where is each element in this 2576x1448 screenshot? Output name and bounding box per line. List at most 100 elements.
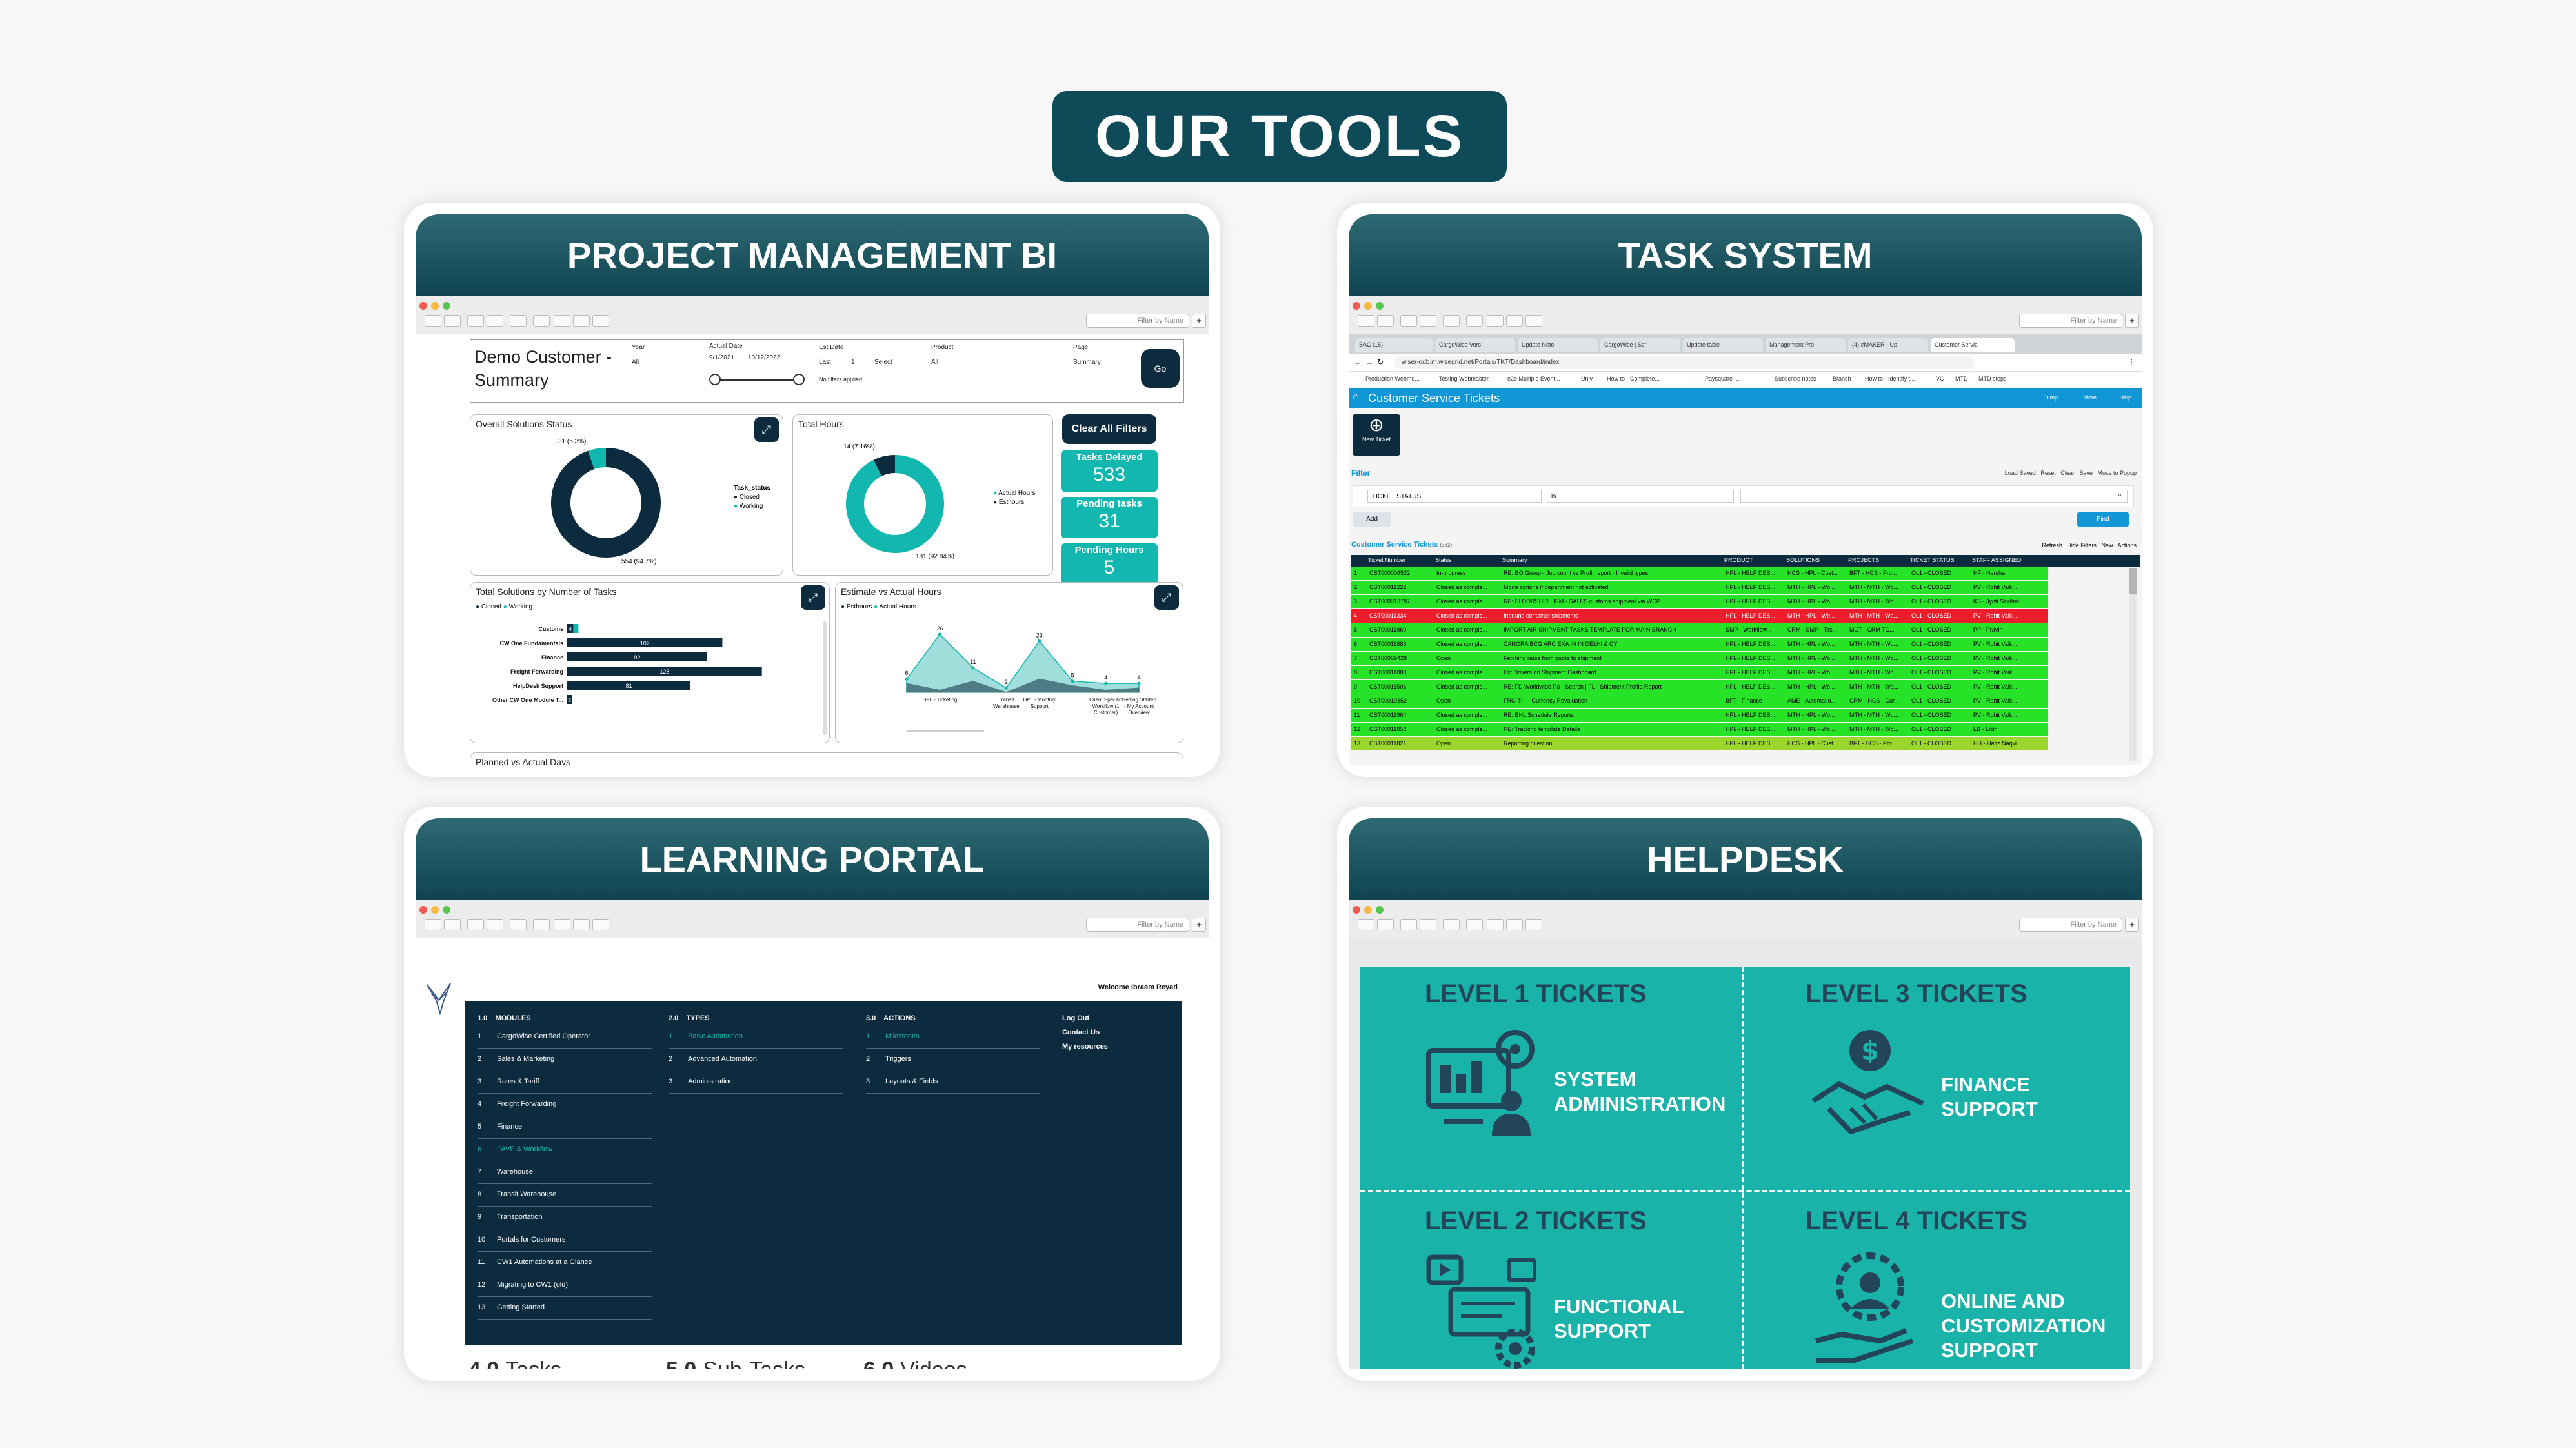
- column-header[interactable]: Summary: [1501, 555, 1723, 565]
- grid-icon[interactable]: [1420, 919, 1436, 930]
- bookmark[interactable]: MTD steps: [1978, 376, 2007, 382]
- zoom-dot-icon[interactable]: [1376, 906, 1384, 914]
- bookmark[interactable]: Branch: [1833, 376, 1851, 382]
- table-row[interactable]: 9 CST00011506 Closed as comple... RE: FD Wo…: [1351, 680, 2048, 694]
- bookmark[interactable]: e2e Multiple Event...: [1507, 376, 1560, 382]
- reset-link[interactable]: Reset: [2040, 470, 2056, 476]
- videos-section[interactable]: 6.0 Videos: [860, 1358, 1052, 1369]
- table-row[interactable]: 12 CST00011858 Closed as comple... RE: Trac…: [1351, 723, 2048, 736]
- gear-icon[interactable]: [1466, 919, 1483, 930]
- bookmark[interactable]: - - - - Paysquare -...: [1691, 376, 1741, 382]
- sub-tasks-section[interactable]: 5.0 Sub-Tasks: [662, 1358, 854, 1369]
- jump-link[interactable]: Jump: [2044, 394, 2058, 401]
- back-icon[interactable]: [1358, 315, 1374, 327]
- minimize-dot-icon[interactable]: [431, 302, 439, 310]
- menu-item[interactable]: 10 Portals for Customers: [478, 1229, 652, 1252]
- actions-link[interactable]: Actions: [2117, 542, 2137, 548]
- column-header[interactable]: Status: [1434, 555, 1501, 565]
- new-ticket-button[interactable]: ⊕ New Ticket: [1353, 414, 1400, 456]
- forward-icon[interactable]: [444, 315, 461, 327]
- value-input[interactable]: [1740, 490, 2128, 503]
- page-select[interactable]: Summary: [1073, 357, 1135, 368]
- filter-search-input[interactable]: Filter by Name: [1086, 314, 1189, 328]
- donut-slice[interactable]: [873, 455, 896, 477]
- table-row[interactable]: 2 CST00011222 Closed as comple... Mode opti…: [1351, 581, 2048, 594]
- area-point[interactable]: [1004, 686, 1008, 690]
- menu-item[interactable]: 3 Administration: [669, 1071, 843, 1094]
- bar-working[interactable]: [573, 624, 579, 633]
- browser-tab[interactable]: (4) #MAKER - Up: [1848, 338, 1928, 352]
- menu-item[interactable]: 11 CW1 Automations at a Glance: [478, 1252, 652, 1274]
- trash-icon[interactable]: [1525, 919, 1542, 930]
- column-header[interactable]: Ticket Number: [1367, 555, 1434, 565]
- browser-tab[interactable]: Management Pro: [1766, 338, 1846, 352]
- close-dot-icon[interactable]: [419, 906, 427, 914]
- column-header[interactable]: TICKET STATUS: [1909, 555, 1971, 565]
- table-row[interactable]: 13 CST00011821 Open Reporting question HPL -…: [1351, 737, 2048, 750]
- table-row[interactable]: 7 CST00009428 Open Fetching rates from quot…: [1351, 652, 2048, 665]
- menu-item[interactable]: 13 Getting Started: [478, 1297, 652, 1320]
- column-header[interactable]: STAFF ASSIGNED: [1971, 555, 2033, 565]
- table-row[interactable]: 8 CST00011880 Closed as comple... Ext Drive…: [1351, 666, 2048, 679]
- zoom-dot-icon[interactable]: [1376, 302, 1384, 310]
- est-unit-select[interactable]: Select: [874, 357, 917, 368]
- share-icon[interactable]: [1487, 919, 1504, 930]
- actual-from[interactable]: 9/1/2021: [709, 354, 734, 361]
- menu-item[interactable]: 7 Warehouse: [478, 1161, 652, 1184]
- menu-item[interactable]: 3 Layouts & Fields: [866, 1071, 1040, 1094]
- browser-tab[interactable]: SAC (15): [1355, 338, 1433, 352]
- chart-scrollbar[interactable]: [907, 730, 984, 732]
- trash-icon[interactable]: [592, 919, 609, 930]
- browser-tab[interactable]: Update Note: [1518, 338, 1598, 352]
- find-button[interactable]: Find: [2077, 512, 2129, 527]
- close-dot-icon[interactable]: [419, 302, 427, 310]
- est-last-select[interactable]: Last: [819, 357, 847, 368]
- table-row[interactable]: 10 CST00010352 Open FRC-TI --- Currency Rev…: [1351, 694, 2048, 708]
- minimize-dot-icon[interactable]: [431, 906, 439, 914]
- table-row[interactable]: 4 CST00011334 Closed as comple... Inbound c…: [1351, 609, 2048, 623]
- donut-slice[interactable]: [551, 448, 661, 558]
- year-select[interactable]: All: [632, 357, 694, 368]
- area-point[interactable]: [1071, 679, 1074, 683]
- grid-scroll-thumb[interactable]: [2129, 568, 2137, 594]
- forward-arrow-icon[interactable]: →: [1365, 357, 1373, 367]
- table-row[interactable]: 5 CST00011869 Closed as comple... IMPORT AI…: [1351, 623, 2048, 637]
- help-link[interactable]: Help: [2119, 394, 2131, 401]
- ticket-status-select[interactable]: TICKET STATUS: [1367, 490, 1542, 503]
- gear-icon[interactable]: [533, 919, 550, 930]
- back-arrow-icon[interactable]: ←: [1354, 357, 1362, 367]
- forward-icon[interactable]: [444, 919, 461, 930]
- menu-item[interactable]: 2 Sales & Marketing: [478, 1049, 652, 1071]
- area-point[interactable]: [1104, 681, 1108, 685]
- new-link[interactable]: New: [2101, 542, 2113, 548]
- actual-to[interactable]: 10/12/2022: [748, 354, 780, 361]
- minimize-dot-icon[interactable]: [1364, 906, 1372, 914]
- bookmark[interactable]: VC: [1936, 376, 1944, 382]
- trash-icon[interactable]: [1525, 315, 1542, 327]
- bookmark[interactable]: Univ: [1581, 376, 1593, 382]
- area-point[interactable]: [971, 666, 975, 670]
- menu-item[interactable]: 5 Finance: [478, 1116, 652, 1139]
- add-button[interactable]: Add: [1353, 512, 1391, 527]
- menu-item[interactable]: 1 CargoWise Certified Operator: [478, 1026, 652, 1049]
- grid-icon[interactable]: [487, 919, 503, 930]
- more-link[interactable]: More: [2083, 394, 2097, 401]
- slider-handle-end[interactable]: [793, 374, 805, 385]
- menu-item[interactable]: 2 Triggers: [866, 1049, 1040, 1071]
- table-row[interactable]: 1 CST000008522 In-progress RE: BO Group - J…: [1351, 567, 2048, 580]
- area-point[interactable]: [905, 677, 909, 681]
- move-to-popup-link[interactable]: Move to Popup: [2097, 470, 2137, 476]
- close-dot-icon[interactable]: [1353, 906, 1360, 914]
- log-out-link[interactable]: Log Out: [1062, 1014, 1089, 1022]
- donut-slice[interactable]: [846, 455, 944, 553]
- menu-item[interactable]: 3 Rates & Tariff: [478, 1071, 652, 1094]
- forward-icon[interactable]: [1377, 919, 1394, 930]
- share-icon[interactable]: [554, 315, 570, 327]
- hide-filters-link[interactable]: Hide Filters: [2067, 542, 2097, 548]
- load-saved-link[interactable]: Load Saved: [2005, 470, 2036, 476]
- gear-icon[interactable]: [533, 315, 550, 327]
- grid-icon[interactable]: [1420, 315, 1436, 327]
- clear-link[interactable]: Clear: [2060, 470, 2075, 476]
- view-icon[interactable]: [467, 315, 484, 327]
- grid-scrollbar[interactable]: [2129, 568, 2137, 761]
